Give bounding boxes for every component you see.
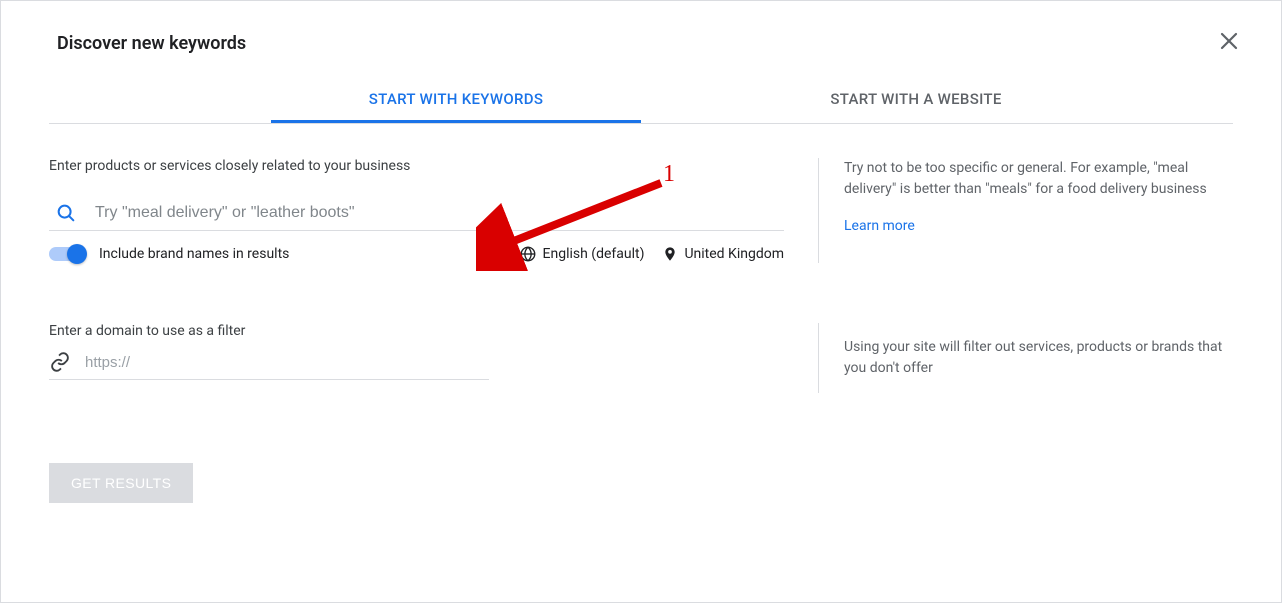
location-pin-icon: [662, 246, 678, 262]
tab-website[interactable]: START WITH A WEBSITE: [731, 75, 1101, 123]
learn-more-link[interactable]: Learn more: [844, 218, 915, 234]
include-brands-toggle[interactable]: [49, 247, 85, 261]
domain-input[interactable]: [83, 353, 286, 372]
globe-icon: [519, 245, 537, 263]
close-icon[interactable]: [1217, 29, 1241, 57]
language-selector[interactable]: English (default): [543, 246, 645, 262]
tab-keywords[interactable]: START WITH KEYWORDS: [271, 75, 641, 123]
domain-label: Enter a domain to use as a filter: [49, 323, 818, 339]
page-title: Discover new keywords: [57, 33, 246, 54]
link-icon: [49, 351, 71, 373]
keywords-help-text: Try not to be too specific or general. F…: [844, 158, 1233, 200]
search-icon: [55, 202, 77, 224]
location-selector[interactable]: United Kingdom: [684, 246, 784, 262]
get-results-button[interactable]: GET RESULTS: [49, 463, 193, 503]
keywords-input[interactable]: [93, 203, 784, 223]
tabs: START WITH KEYWORDS START WITH A WEBSITE: [49, 75, 1233, 124]
include-brands-label: Include brand names in results: [99, 246, 289, 262]
keywords-label: Enter products or services closely relat…: [49, 158, 798, 174]
domain-help-text: Using your site will filter out services…: [844, 337, 1233, 379]
